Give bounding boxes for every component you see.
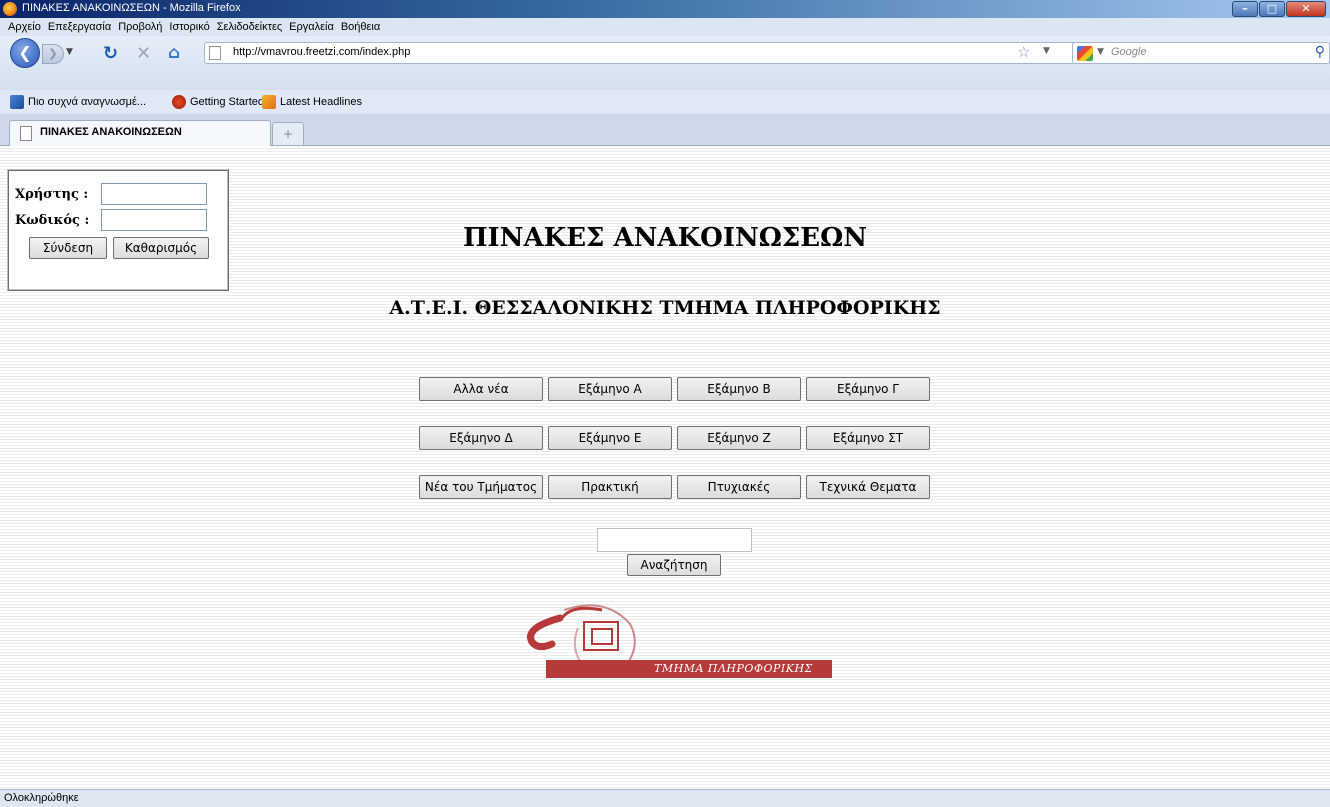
bookmark-latest-headlines[interactable]: Latest Headlines xyxy=(262,95,362,109)
history-dropdown-icon[interactable]: ▼ xyxy=(66,47,73,57)
stop-icon[interactable]: ✕ xyxy=(136,43,151,64)
menu-tools[interactable]: Εργαλεία xyxy=(289,21,334,33)
status-bar: Ολοκληρώθηκε xyxy=(0,789,1330,807)
window-title: ΠΙΝΑΚΕΣ ΑΝΑΚΟΙΝΩΣΕΩΝ - Mozilla Firefox xyxy=(22,2,241,14)
address-bar[interactable]: http://vmavrou.freetzi.com/index.php ☆ ▼ xyxy=(204,42,1204,64)
page-icon xyxy=(209,46,221,60)
firefox-logo-icon xyxy=(3,2,17,16)
tab-active[interactable]: ΠΙΝΑΚΕΣ ΑΝΑΚΟΙΝΩΣΕΩΝ xyxy=(9,120,271,146)
star-icon[interactable]: ☆ xyxy=(1017,43,1030,61)
button-department-news[interactable]: Νέα του Τμήματος xyxy=(419,475,543,499)
menu-file[interactable]: Αρχείο xyxy=(8,21,41,33)
menu-history[interactable]: Ιστορικό xyxy=(169,21,209,33)
button-semester-d[interactable]: Εξάμηνο Δ xyxy=(419,426,543,450)
department-logo: ΤΜΗΜΑ ΠΛΗΡΟΦΟΡΙΚΗΣ xyxy=(520,598,840,686)
username-label: Χρήστης : xyxy=(15,187,89,202)
document-icon xyxy=(20,126,32,141)
firefox-bookmark-icon xyxy=(172,95,186,109)
bookmark-label: Latest Headlines xyxy=(280,96,362,108)
window-controls: – □ ✕ xyxy=(1231,1,1326,17)
menu-help[interactable]: Βοήθεια xyxy=(341,21,380,33)
engine-dropdown-icon[interactable]: ▼ xyxy=(1097,47,1104,57)
bookmarks-toolbar: Πιο συχνά αναγνωσμέ... Getting Started L… xyxy=(0,90,1330,114)
button-semester-z[interactable]: Εξάμηνο Ζ xyxy=(677,426,801,450)
button-semester-c[interactable]: Εξάμηνο Γ xyxy=(806,377,930,401)
page-title: ΠΙΝΑΚΕΣ ΑΝΑΚΟΙΝΩΣΕΩΝ xyxy=(462,223,868,253)
maximize-icon[interactable]: □ xyxy=(1259,1,1285,17)
search-input[interactable] xyxy=(597,528,752,552)
menu-bar: Αρχείο Επεξεργασία Προβολή Ιστορικό Σελι… xyxy=(0,18,1330,36)
button-other-news[interactable]: Αλλα νέα xyxy=(419,377,543,401)
reload-icon[interactable]: ↻ xyxy=(103,43,118,64)
page-content: Χρήστης : Κωδικός : Σύνδεση Καθαρισμός Π… xyxy=(0,146,1330,789)
url-dropdown-icon[interactable]: ▼ xyxy=(1043,46,1050,56)
window-titlebar[interactable]: ΠΙΝΑΚΕΣ ΑΝΑΚΟΙΝΩΣΕΩΝ - Mozilla Firefox –… xyxy=(0,0,1330,18)
logo-text: ΤΜΗΜΑ ΠΛΗΡΟΦΟΡΙΚΗΣ xyxy=(654,662,813,675)
most-visited-icon xyxy=(10,95,24,109)
username-input[interactable] xyxy=(101,183,207,205)
close-icon[interactable]: ✕ xyxy=(1286,1,1326,17)
back-arrow-icon[interactable]: ❮ xyxy=(10,38,40,68)
search-button[interactable]: Αναζήτηση xyxy=(627,554,721,576)
tab-strip: ΠΙΝΑΚΕΣ ΑΝΑΚΟΙΝΩΣΕΩΝ + xyxy=(0,114,1330,146)
bookmark-getting-started[interactable]: Getting Started xyxy=(172,95,264,109)
magnifier-icon[interactable]: ⚲ xyxy=(1315,44,1325,60)
new-tab-button[interactable]: + xyxy=(272,122,304,146)
button-semester-b[interactable]: Εξάμηνο Β xyxy=(677,377,801,401)
button-internship[interactable]: Πρακτική xyxy=(548,475,672,499)
bookmark-label: Πιο συχνά αναγνωσμέ... xyxy=(28,96,147,108)
url-text[interactable]: http://vmavrou.freetzi.com/index.php xyxy=(233,46,410,58)
bookmark-label: Getting Started xyxy=(190,96,264,108)
button-theses[interactable]: Πτυχιακές xyxy=(677,475,801,499)
button-semester-a[interactable]: Εξάμηνο Α xyxy=(548,377,672,401)
bookmark-most-visited[interactable]: Πιο συχνά αναγνωσμέ... xyxy=(10,95,146,109)
minimize-icon[interactable]: – xyxy=(1232,1,1258,17)
search-bar[interactable]: ▼ Google ⚲ xyxy=(1072,42,1330,64)
google-engine-icon[interactable] xyxy=(1077,46,1093,61)
menu-view[interactable]: Προβολή xyxy=(118,21,162,33)
button-technical-topics[interactable]: Τεχνικά Θεματα xyxy=(806,475,930,499)
button-semester-st[interactable]: Εξάμηνο ΣΤ xyxy=(806,426,930,450)
page-subtitle: Α.Τ.Ε.Ι. ΘΕΣΣΑΛΟΝΙΚΗΣ ΤΜΗΜΑ ΠΛΗΡΟΦΟΡΙΚΗΣ xyxy=(389,297,941,319)
button-semester-e[interactable]: Εξάμηνο Ε xyxy=(548,426,672,450)
menu-edit[interactable]: Επεξεργασία xyxy=(48,21,111,33)
forward-arrow-icon[interactable]: ❯ xyxy=(42,44,64,64)
tab-label: ΠΙΝΑΚΕΣ ΑΝΑΚΟΙΝΩΣΕΩΝ xyxy=(40,126,182,138)
search-placeholder[interactable]: Google xyxy=(1111,46,1146,58)
home-icon[interactable]: ⌂ xyxy=(168,43,180,63)
rss-icon xyxy=(262,95,276,109)
menu-bookmarks[interactable]: Σελιδοδείκτες xyxy=(217,21,282,33)
